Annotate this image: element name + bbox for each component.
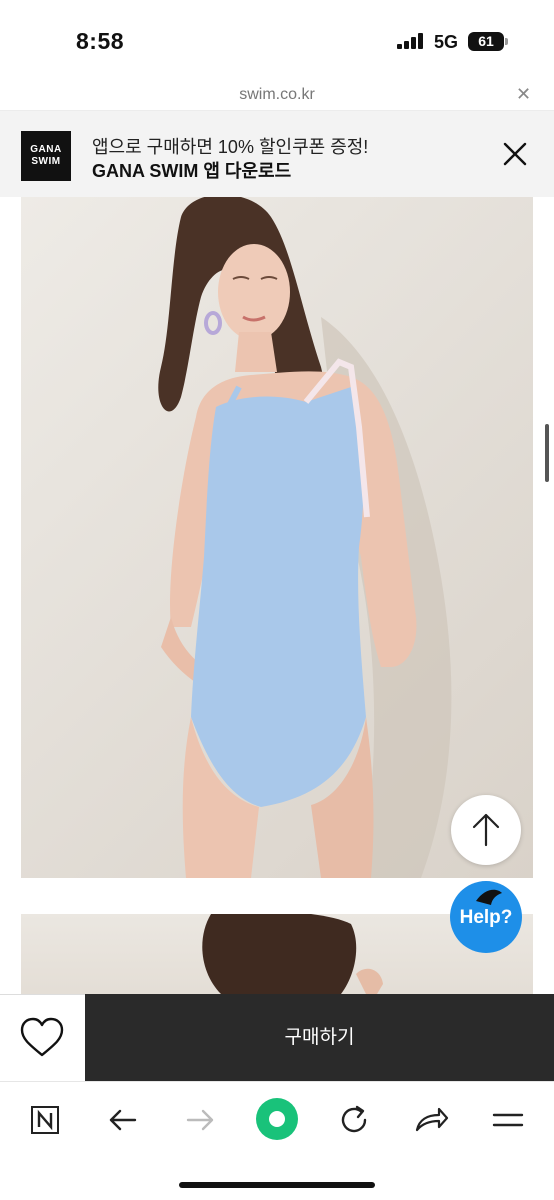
- url-bar[interactable]: swim.co.kr ✕: [0, 80, 554, 111]
- url-close-icon[interactable]: ✕: [516, 84, 531, 105]
- banner-download-link[interactable]: GANA SWIM 앱 다운로드: [92, 157, 291, 183]
- scroll-top-button[interactable]: [451, 795, 521, 865]
- home-indicator[interactable]: [179, 1182, 375, 1188]
- back-arrow-icon[interactable]: [101, 1098, 145, 1142]
- model-illustration: [158, 197, 452, 878]
- refresh-icon[interactable]: [332, 1098, 376, 1142]
- forward-arrow-icon[interactable]: [178, 1098, 222, 1142]
- heart-icon: [20, 1017, 64, 1057]
- network-type: 5G: [434, 32, 459, 52]
- naver-n-icon[interactable]: [23, 1098, 67, 1142]
- battery-level: 61: [478, 33, 494, 49]
- share-icon[interactable]: [409, 1098, 453, 1142]
- scrollbar-thumb[interactable]: [545, 424, 549, 482]
- wishlist-button[interactable]: [0, 994, 85, 1081]
- status-time: 8:58: [76, 28, 125, 54]
- help-chat-button[interactable]: Help?: [450, 881, 522, 953]
- gana-swim-logo: GANA SWIM: [21, 131, 71, 181]
- close-icon[interactable]: [500, 139, 530, 169]
- app-download-banner[interactable]: GANA SWIM 앱으로 구매하면 10% 할인쿠폰 증정! GANA SWI…: [0, 111, 554, 197]
- product-photo: [21, 197, 533, 878]
- logo-line-1: GANA: [30, 144, 62, 155]
- help-label: Help?: [459, 907, 513, 928]
- product-content: Help?: [0, 197, 554, 994]
- buy-button[interactable]: 구매하기: [85, 994, 554, 1081]
- banner-promo-text: 앱으로 구매하면 10% 할인쿠폰 증정!: [92, 137, 369, 157]
- url-domain[interactable]: swim.co.kr: [0, 86, 554, 104]
- purchase-bar: 구매하기: [0, 994, 554, 1081]
- menu-icon[interactable]: [486, 1098, 530, 1142]
- logo-line-2: SWIM: [31, 156, 61, 167]
- home-icon[interactable]: [252, 1094, 302, 1144]
- status-bar: 8:58 5G 61: [0, 0, 554, 80]
- signal-icon: [397, 33, 425, 49]
- battery-icon: 61: [468, 32, 508, 51]
- arrow-up-icon: [472, 813, 500, 847]
